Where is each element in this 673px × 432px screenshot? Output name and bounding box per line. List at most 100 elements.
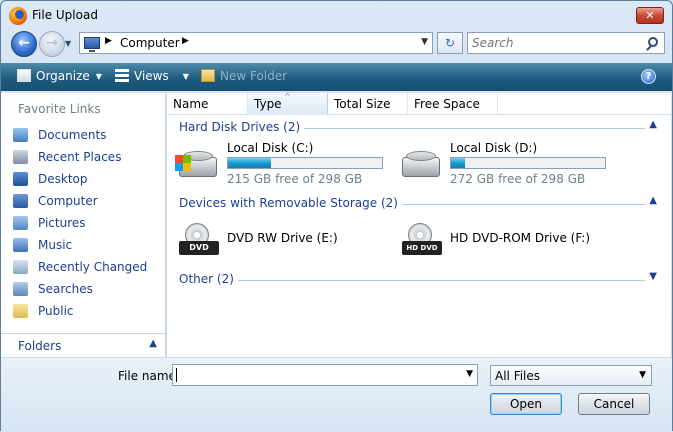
- sidebar-item-label: Public: [38, 304, 74, 318]
- open-button[interactable]: Open: [490, 393, 562, 415]
- group-hard-disk-drives[interactable]: Hard Disk Drives (2) ▲: [179, 119, 657, 138]
- column-headers: Name ^ Type Total Size Free Space: [167, 92, 671, 115]
- firefox-icon: [9, 7, 27, 25]
- dvd-drive-icon: DVD: [175, 223, 219, 255]
- chevron-up-icon: ▲: [149, 338, 157, 349]
- text-cursor: [176, 368, 177, 382]
- forward-button[interactable]: →: [39, 31, 65, 57]
- hard-disk-icon: [398, 147, 442, 179]
- sidebar-item-searches[interactable]: Searches: [13, 281, 147, 303]
- sidebar-item-pictures[interactable]: Pictures: [13, 215, 147, 237]
- column-header-label: Type: [254, 97, 282, 111]
- windows-logo-icon: [175, 155, 191, 171]
- help-button[interactable]: ?: [641, 69, 656, 84]
- hard-disk-icon: [175, 147, 219, 179]
- new-folder-label: New Folder: [220, 69, 288, 83]
- organize-icon: [17, 69, 31, 82]
- address-dropdown-button[interactable]: ▼: [421, 37, 428, 47]
- group-divider: [179, 280, 645, 281]
- folder-icon: [13, 304, 28, 318]
- search-input[interactable]: [472, 35, 642, 51]
- computer-icon: [84, 37, 100, 52]
- column-header-total-size[interactable]: Total Size: [328, 93, 408, 115]
- file-type-select[interactable]: All Files ▼: [490, 365, 652, 386]
- file-name-combobox[interactable]: ▼: [172, 364, 478, 386]
- searches-icon: [13, 282, 28, 296]
- sidebar-item-recent-places[interactable]: Recent Places: [13, 149, 147, 171]
- chevron-down-icon: ▼: [639, 370, 646, 380]
- organize-label: Organize: [36, 69, 90, 83]
- recent-places-icon: [13, 150, 28, 164]
- pictures-icon: [13, 216, 28, 230]
- drive-usage-bar: [227, 157, 383, 169]
- sidebar-item-music[interactable]: Music: [13, 237, 147, 259]
- favorite-links-list: Documents Recent Places Desktop Computer…: [13, 127, 147, 325]
- search-icon[interactable]: [648, 37, 658, 47]
- chevron-up-icon[interactable]: ▲: [649, 195, 657, 206]
- sidebar-item-computer[interactable]: Computer: [13, 193, 147, 215]
- views-label: Views: [134, 69, 169, 83]
- sidebar-item-documents[interactable]: Documents: [13, 127, 147, 149]
- history-dropdown-button[interactable]: ▼: [65, 39, 71, 48]
- chevron-down-icon[interactable]: ▼: [649, 271, 657, 282]
- organize-button[interactable]: Organize ▼: [17, 69, 102, 83]
- file-upload-dialog: File Upload ✕ ← → ▼ ▶ Computer ▶ ▼ ↻ Org…: [0, 0, 673, 432]
- sidebar-item-label: Pictures: [38, 216, 86, 230]
- dvd-badge: DVD: [179, 241, 219, 255]
- group-title: Devices with Removable Storage (2): [179, 196, 402, 210]
- file-name-label: File name:: [118, 369, 180, 383]
- sidebar-item-label: Desktop: [38, 172, 88, 186]
- column-header-name[interactable]: Name: [167, 93, 248, 115]
- views-button[interactable]: Views ▼: [115, 69, 189, 83]
- sidebar-item-label: Music: [38, 238, 73, 252]
- drive-name: Local Disk (D:): [450, 141, 538, 155]
- sidebar-item-desktop[interactable]: Desktop: [13, 171, 147, 193]
- close-button[interactable]: ✕: [636, 7, 664, 24]
- sidebar-item-public[interactable]: Public: [13, 303, 147, 325]
- drive-free-space: 272 GB free of 298 GB: [450, 172, 586, 186]
- drive-local-disk-d[interactable]: Local Disk (D:) 272 GB free of 298 GB: [398, 141, 613, 189]
- music-icon: [13, 238, 28, 252]
- file-name-dropdown-button[interactable]: ▼: [466, 369, 473, 379]
- favorite-links-heading: Favorite Links: [18, 102, 101, 116]
- computer-icon: [13, 194, 28, 208]
- group-other[interactable]: Other (2) ▼: [179, 271, 657, 290]
- group-title: Hard Disk Drives (2): [179, 120, 305, 134]
- column-header-type[interactable]: ^ Type: [248, 92, 328, 115]
- search-box[interactable]: [467, 32, 665, 54]
- sidebar-item-label: Computer: [38, 194, 98, 208]
- views-icon: [115, 69, 129, 82]
- navigation-pane: Favorite Links Documents Recent Places D…: [1, 93, 166, 357]
- hd-dvd-badge: HD DVD: [402, 241, 442, 255]
- back-button[interactable]: ←: [11, 31, 37, 57]
- file-name-input[interactable]: [176, 367, 456, 383]
- group-removable-storage[interactable]: Devices with Removable Storage (2) ▲: [179, 195, 657, 214]
- navigation-bar: ← → ▼ ▶ Computer ▶ ▼ ↻: [1, 29, 672, 61]
- window-title: File Upload: [32, 8, 98, 22]
- drive-free-space: 215 GB free of 298 GB: [227, 172, 363, 186]
- file-type-value: All Files: [495, 369, 541, 383]
- breadcrumb-computer[interactable]: Computer: [120, 36, 180, 50]
- folders-toggle[interactable]: Folders ▲: [1, 333, 165, 357]
- chevron-up-icon[interactable]: ▲: [649, 119, 657, 130]
- column-header-free-space[interactable]: Free Space: [408, 93, 498, 115]
- command-toolbar: Organize ▼ Views ▼ New Folder ?: [1, 63, 672, 91]
- drive-hd-dvd-rom-f[interactable]: HD DVD HD DVD-ROM Drive (F:): [398, 217, 613, 265]
- drive-usage-bar: [450, 157, 606, 169]
- drive-dvd-rw-e[interactable]: DVD DVD RW Drive (E:): [175, 217, 390, 265]
- file-list-pane: Name ^ Type Total Size Free Space Hard Di…: [167, 92, 671, 357]
- sidebar-item-recently-changed[interactable]: Recently Changed: [13, 259, 147, 281]
- cancel-button[interactable]: Cancel: [578, 393, 650, 415]
- breadcrumb-separator[interactable]: ▶: [105, 36, 112, 46]
- breadcrumb-separator[interactable]: ▶: [182, 36, 189, 46]
- address-bar[interactable]: ▶ Computer ▶ ▼: [79, 32, 433, 54]
- drive-name: HD DVD-ROM Drive (F:): [450, 231, 591, 245]
- drive-local-disk-c[interactable]: Local Disk (C:) 215 GB free of 298 GB: [175, 141, 390, 189]
- refresh-button[interactable]: ↻: [437, 32, 463, 54]
- recently-changed-icon: [13, 260, 28, 274]
- chevron-down-icon: ▼: [182, 72, 189, 81]
- drive-usage-fill: [451, 158, 465, 168]
- new-folder-button[interactable]: New Folder: [201, 69, 287, 83]
- group-title: Other (2): [179, 272, 238, 286]
- chevron-down-icon: ▼: [95, 72, 102, 81]
